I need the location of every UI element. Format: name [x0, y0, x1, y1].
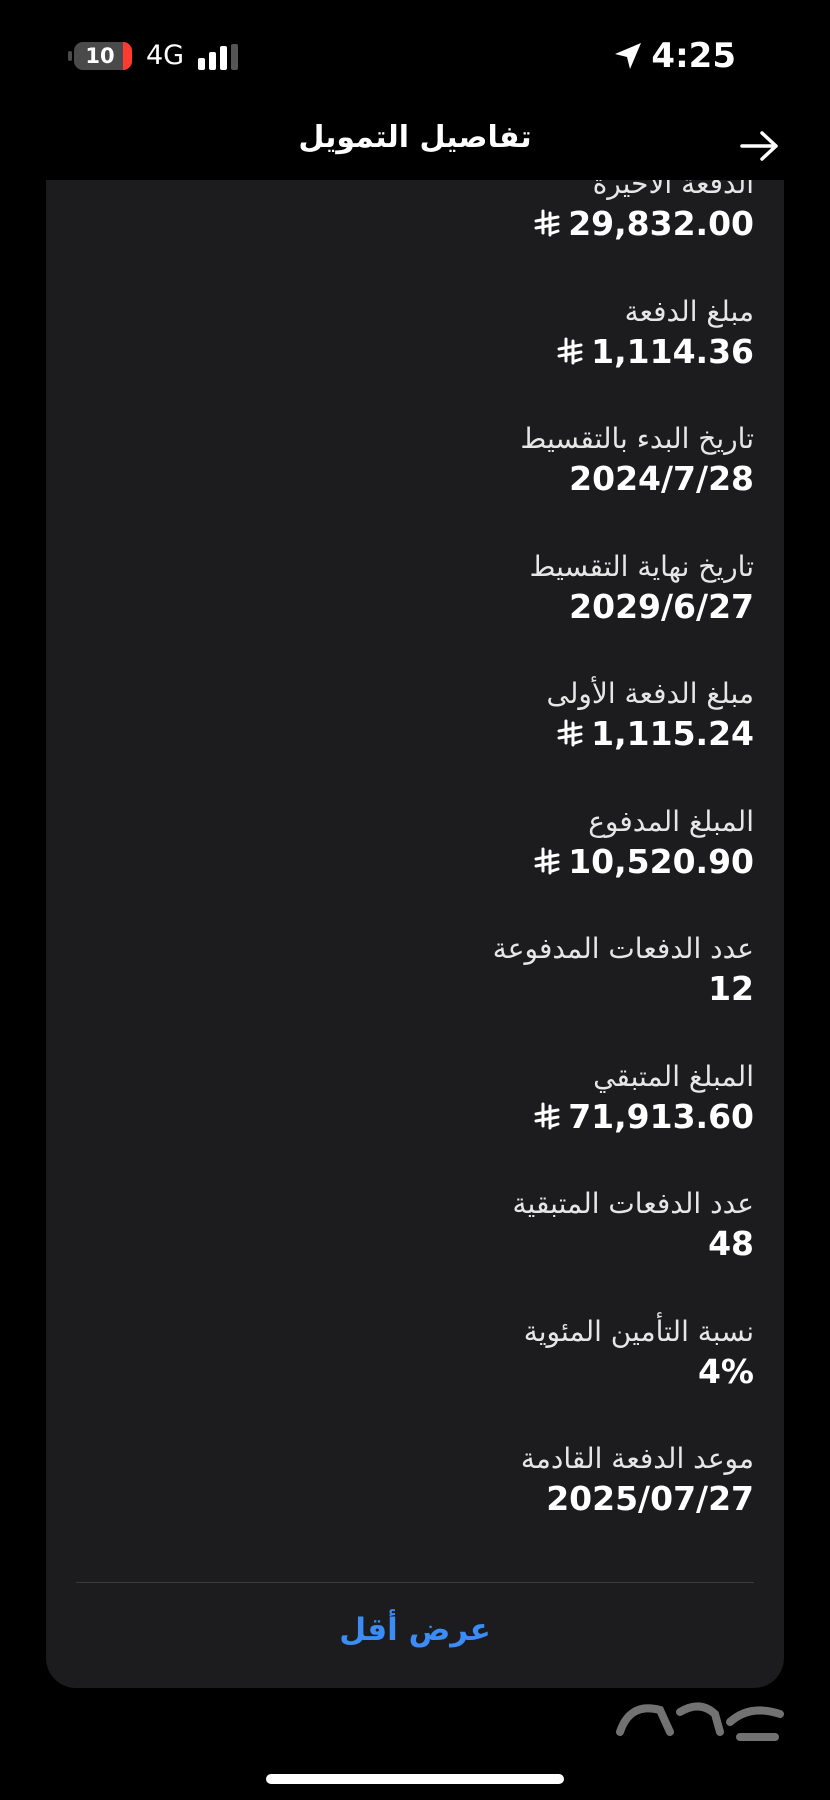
show-less-button[interactable]: عرض أقل [46, 1612, 784, 1648]
detail-label: تاريخ نهاية التقسيط [529, 549, 754, 583]
detail-value-container: 2029/6/27 [569, 585, 754, 629]
location-arrow-icon [615, 43, 641, 69]
detail-row: المبلغ المتبقي 71,913.60 [46, 1059, 784, 1187]
detail-value-container: 2024/7/28 [569, 457, 754, 501]
detail-value: 1,115.24 [591, 714, 754, 753]
riyal-icon [534, 847, 560, 877]
detail-label: موعد الدفعة القادمة [520, 1442, 754, 1475]
detail-row: مبلغ الدفعة 1,114.36 [46, 294, 784, 422]
detail-value-container: 4% [698, 1350, 754, 1394]
detail-label: الدفعة الأخيرة [592, 180, 754, 200]
detail-value-container: 1,114.36 [557, 330, 754, 374]
riyal-icon [557, 719, 583, 749]
detail-row: عدد الدفعات المدفوعة 12 [46, 931, 784, 1059]
riyal-icon [534, 209, 560, 239]
battery-cap [68, 51, 72, 61]
detail-value-container: 12 [708, 967, 754, 1011]
detail-label: عدد الدفعات المتبقية [512, 1187, 755, 1220]
detail-row: تاريخ البدء بالتقسيط 2024/7/28 [46, 421, 784, 549]
detail-label: مبلغ الدفعة [624, 294, 754, 328]
riyal-icon [557, 337, 583, 367]
detail-value: 29,832.00 [568, 204, 754, 243]
clock: 4:25 [651, 36, 736, 76]
detail-value: 12 [708, 969, 754, 1008]
detail-label: المبلغ المتبقي [593, 1059, 754, 1093]
detail-value-container: 71,913.60 [534, 1095, 754, 1139]
detail-value-container: 10,520.90 [534, 840, 754, 884]
detail-row: مبلغ الدفعة الأولى 1,115.24 [46, 676, 784, 804]
detail-row: المبلغ المدفوع 10,520.90 [46, 804, 784, 932]
detail-value-container: 29,832.00 [534, 202, 754, 246]
signal-bars-icon [198, 44, 242, 70]
haraj-watermark-logo [616, 1702, 784, 1741]
detail-label: المبلغ المدفوع [588, 804, 754, 838]
divider [76, 1582, 754, 1583]
detail-row: موعد الدفعة القادمة 2025/07/27 [46, 1441, 784, 1569]
detail-label: عدد الدفعات المدفوعة [492, 932, 754, 965]
riyal-icon [534, 1102, 560, 1132]
detail-value: 10,520.90 [568, 841, 754, 881]
home-indicator[interactable] [266, 1774, 564, 1784]
status-bar: 10 4G 4:25 [0, 0, 830, 120]
detail-value-container: 2025/07/27 [546, 1477, 754, 1521]
detail-row: عدد الدفعات المتبقية 48 [46, 1186, 784, 1314]
detail-label: نسبة التأمين المئوية [523, 1314, 754, 1348]
page-title: تفاصيل التمويل [298, 120, 532, 155]
nav-bar: تفاصيل التمويل [0, 110, 830, 180]
finance-details-card: الدفعة الأخيرة 29,832.00 مبلغ الدفعة 1,114.… [46, 180, 784, 1688]
detail-value: 48 [708, 1224, 754, 1263]
detail-row: الدفعة الأخيرة 29,832.00 [46, 180, 784, 294]
detail-value-container: 1,115.24 [557, 712, 754, 756]
detail-value-container: 48 [708, 1222, 754, 1266]
battery-level: 10 [85, 44, 115, 68]
back-arrow-icon[interactable] [738, 128, 782, 164]
detail-value: 71,913.60 [568, 1096, 754, 1136]
detail-value: 4% [697, 1351, 754, 1391]
detail-label: تاريخ البدء بالتقسيط [520, 422, 754, 455]
detail-value: 2024/7/28 [569, 459, 754, 498]
battery-icon: 10 [74, 42, 132, 70]
detail-row: نسبة التأمين المئوية 4% [46, 1314, 784, 1442]
detail-value: 1,114.36 [591, 331, 754, 371]
detail-label: مبلغ الدفعة الأولى [546, 677, 754, 710]
detail-value: 2029/6/27 [569, 586, 754, 626]
detail-row: تاريخ نهاية التقسيط 2029/6/27 [46, 549, 784, 677]
detail-value: 2025/07/27 [546, 1479, 754, 1518]
details-list: الدفعة الأخيرة 29,832.00 مبلغ الدفعة 1,114.… [46, 180, 784, 1569]
network-type: 4G [146, 40, 185, 71]
